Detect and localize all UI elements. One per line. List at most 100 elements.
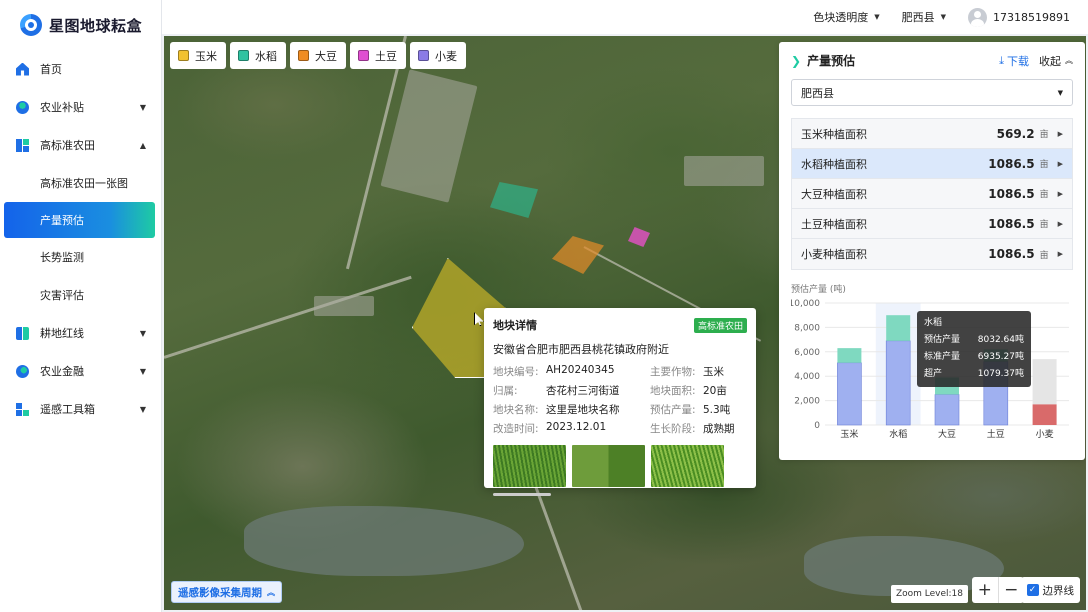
field-value: 20亩 (703, 385, 727, 397)
x-tick-label: 玉米 (840, 428, 858, 440)
yield-panel: ❯ 产量预估 ⤓ 下载 收起 ︽ 肥西县 ▼ 玉米种植面积 569.2 亩 ▶ … (779, 42, 1085, 460)
wheat-swatch-icon (418, 50, 429, 61)
bar-segment (886, 315, 911, 341)
checkbox-checked-icon[interactable]: ✓ (1026, 584, 1039, 596)
chart-y-label: 预估产量 (吨) (791, 285, 846, 295)
tooltip-key: 预估产量 (924, 335, 961, 345)
stat-value: 1086.5 (988, 186, 1035, 201)
legend-item-soybean[interactable]: 大豆 (290, 42, 346, 69)
grid-icon (16, 138, 29, 152)
stat-row-soybean[interactable]: 大豆种植面积 1086.5 亩 ▶ (792, 179, 1072, 209)
plot-rice[interactable] (490, 182, 538, 218)
y-tick-label: 6,000 (794, 348, 820, 358)
village (684, 156, 764, 186)
zoom-in-button[interactable]: + (972, 577, 999, 603)
field-key: 地块面积: (650, 385, 696, 397)
app-logo[interactable]: 星图地球耘盒 (0, 0, 161, 50)
field-value: 玉米 (703, 366, 724, 378)
sidebar-nav: 首页 农业补贴 ▼ 高标准农田 ▲ 高标准农田一张图 产量预估 长势监测 灾害评… (0, 50, 161, 428)
sidebar-subitem-farmland-map[interactable]: 高标准农田一张图 (0, 164, 161, 202)
stat-label: 大豆种植面积 (801, 187, 867, 201)
y-tick-label: 8,000 (794, 323, 820, 333)
field-value: 杏花村三河街道 (546, 385, 620, 397)
plot-photo[interactable] (493, 445, 566, 487)
caret-right-icon: ▶ (1057, 250, 1063, 258)
home-icon (16, 62, 29, 76)
collapse-button[interactable]: 收起 ︽ (1039, 53, 1073, 69)
stat-value: 1086.5 (988, 216, 1035, 231)
collapse-label: 收起 (1039, 54, 1061, 68)
sidebar-item-home[interactable]: 首页 (0, 50, 161, 88)
stat-row-rice[interactable]: 水稻种植面积 1086.5 亩 ▶ (792, 149, 1072, 179)
stat-unit: 亩 (1039, 160, 1049, 170)
bar-segment (1032, 359, 1057, 405)
legend-item-potato[interactable]: 土豆 (350, 42, 406, 69)
chevron-up-icon: ▲ (139, 140, 146, 150)
gallery-scrollbar[interactable] (493, 493, 551, 496)
stat-unit: 亩 (1039, 130, 1049, 140)
stat-unit: 亩 (1039, 250, 1049, 261)
county-label: 肥西县 (901, 11, 935, 24)
field-key: 预估产量: (650, 404, 696, 416)
caret-down-icon: ▼ (1057, 88, 1063, 97)
field-value: 5.3吨 (703, 404, 731, 416)
opacity-dropdown[interactable]: 色块透明度 ▼ (813, 9, 879, 25)
y-tick-label: 0 (814, 421, 820, 431)
county-select-value: 肥西县 (801, 86, 834, 100)
download-button[interactable]: ⤓ 下载 (999, 53, 1029, 69)
x-tick-label: 小麦 (1036, 428, 1054, 440)
user-menu[interactable]: 17318519891 (968, 7, 1070, 27)
stat-label: 土豆种植面积 (801, 217, 867, 231)
imagery-period-button[interactable]: 遥感影像采集周期 ︽ (171, 581, 282, 603)
boundary-toggle[interactable]: ✓ 边界线 (1020, 577, 1080, 603)
caret-right-icon: ▶ (1057, 159, 1063, 168)
y-tick-label: 4,000 (794, 372, 820, 382)
sidebar-item-subsidy[interactable]: 农业补贴 ▼ (0, 88, 161, 126)
bar-segment (837, 362, 862, 426)
caret-right-icon: ▶ (1057, 129, 1063, 138)
legend-item-corn[interactable]: 玉米 (170, 42, 226, 69)
road (534, 485, 585, 610)
sidebar-subitem-growth[interactable]: 长势监测 (0, 238, 161, 276)
sidebar-item-redline[interactable]: 耕地红线 ▼ (0, 314, 161, 352)
plot-soybean[interactable] (552, 236, 604, 274)
sidebar-item-toolbox[interactable]: 遥感工具箱 ▼ (0, 390, 161, 428)
tooltip-row: 超产 1079.37吨 (924, 366, 1024, 379)
county-select[interactable]: 肥西县 ▼ (791, 79, 1073, 106)
county-dropdown[interactable]: 肥西县 ▼ (902, 9, 946, 25)
download-icon: ⤓ (999, 53, 1004, 67)
sidebar-item-finance[interactable]: 农业金融 ▼ (0, 352, 161, 390)
satellite-map[interactable]: 玉米 水稻 大豆 土豆 小麦 地块详情 高标准农田 安徽省合肥市肥西县桃花镇政府… (164, 36, 1086, 610)
book-icon (16, 326, 29, 340)
tooltip-key: 标准产量 (924, 352, 961, 362)
legend-label: 大豆 (315, 49, 337, 63)
x-tick-label: 土豆 (987, 428, 1005, 440)
stat-row-potato[interactable]: 土豆种植面积 1086.5 亩 ▶ (792, 209, 1072, 239)
sidebar-item-farmland[interactable]: 高标准农田 ▲ (0, 126, 161, 164)
plus-icon: + (977, 580, 992, 600)
yield-bar-chart[interactable]: 0 2,000 4,000 6,000 8,000 10,000 玉米 水稻 大豆 土豆 小麦 水稻… (791, 299, 1073, 445)
stat-row-corn[interactable]: 玉米种植面积 569.2 亩 ▶ (792, 119, 1072, 149)
tooltip-row: 标准产量 6935.27吨 (924, 349, 1024, 362)
legend-item-wheat[interactable]: 小麦 (410, 42, 466, 69)
sidebar-item-label: 产量预估 (40, 214, 84, 227)
field-value: AH20240345 (546, 364, 615, 376)
stat-value: 1086.5 (988, 156, 1035, 171)
sidebar-subitem-yield[interactable]: 产量预估 (4, 202, 155, 238)
caret-right-icon: ▶ (1057, 219, 1063, 228)
stat-row-wheat[interactable]: 小麦种植面积 1086.5 亩 ▶ (792, 239, 1072, 269)
plot-potato[interactable] (628, 227, 650, 247)
imagery-period-label: 遥感影像采集周期 (178, 586, 262, 599)
subsidy-icon (16, 100, 29, 114)
plot-photo[interactable] (572, 445, 645, 487)
legend-item-rice[interactable]: 水稻 (230, 42, 286, 69)
sidebar-item-label: 长势监测 (40, 251, 84, 264)
sidebar-subitem-disaster[interactable]: 灾害评估 (0, 276, 161, 314)
user-phone: 17318519891 (993, 10, 1070, 24)
plot-photo[interactable] (651, 445, 724, 487)
avatar (968, 7, 988, 27)
water-area (244, 506, 524, 576)
toolbox-icon (16, 402, 29, 416)
minus-icon: − (1004, 580, 1019, 600)
tooltip-value: 6935.27吨 (977, 352, 1024, 362)
